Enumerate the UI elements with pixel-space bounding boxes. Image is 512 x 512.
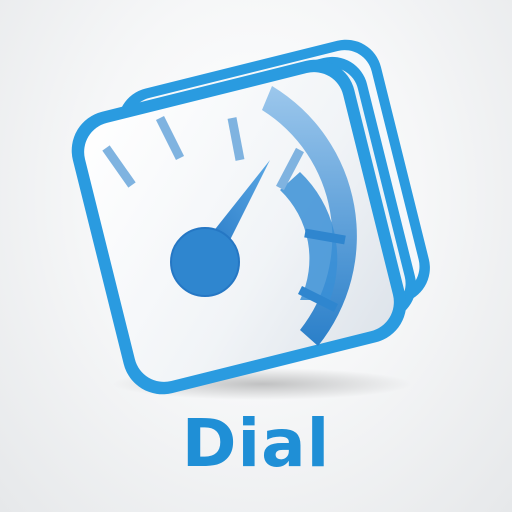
speedometer-dial-icon — [71, 39, 430, 400]
app-icon — [0, 0, 512, 400]
app-name: Dial — [181, 405, 331, 482]
